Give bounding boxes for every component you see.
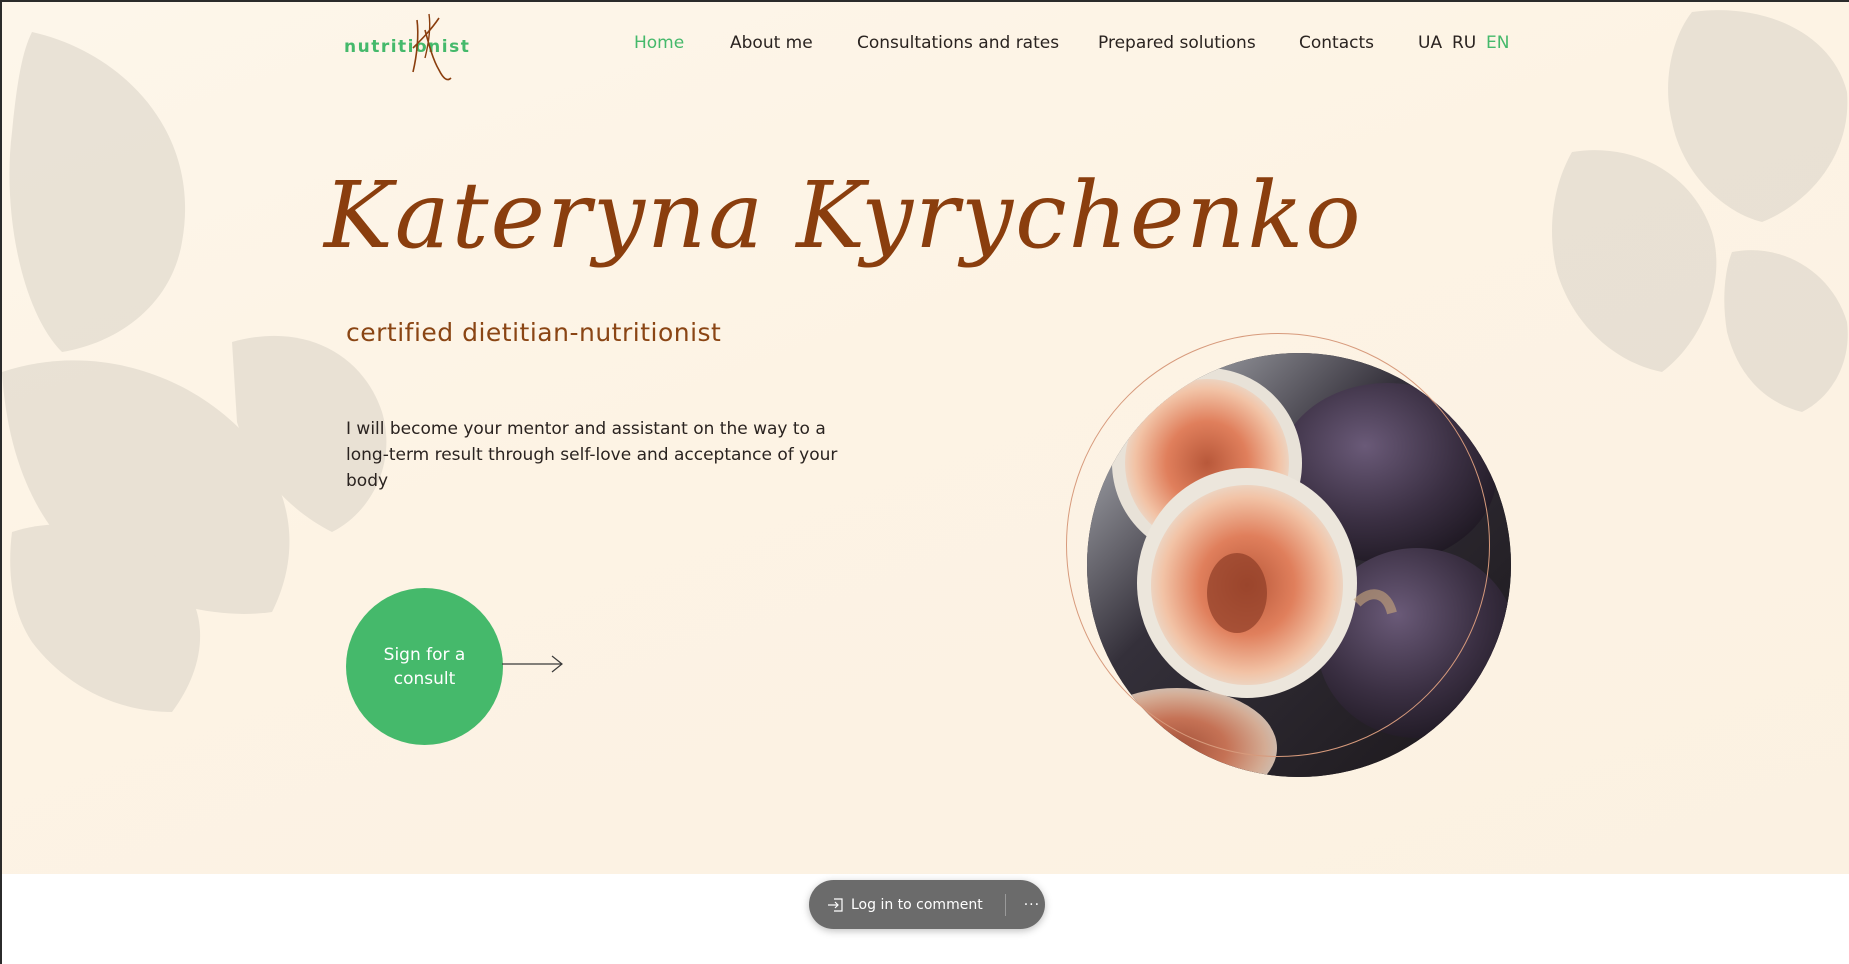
- hero-name-text: Kateryna Kyrychenko: [324, 162, 1363, 269]
- hero-description: I will become your mentor and assistant …: [346, 419, 838, 491]
- nav-item-about-me[interactable]: About me: [730, 33, 813, 53]
- nav-item-home[interactable]: Home: [634, 33, 684, 53]
- language-ru[interactable]: RU: [1452, 33, 1476, 53]
- comment-bar: Log in to comment ···: [809, 880, 1045, 929]
- log-in-to-comment-label: Log in to comment: [851, 896, 983, 913]
- nav-item-prepared-solutions[interactable]: Prepared solutions: [1098, 33, 1256, 53]
- window-left-border: [0, 0, 2, 964]
- language-ua[interactable]: UA: [1418, 33, 1442, 53]
- comment-bar-divider: [1004, 893, 1006, 916]
- photo-ring-decoration: [1066, 333, 1490, 757]
- page: nutritionist Home About me Consultations…: [0, 0, 1849, 964]
- logo-monogram-icon: [412, 13, 452, 81]
- window-top-border: [0, 0, 1849, 2]
- more-options-button[interactable]: ···: [1024, 897, 1040, 913]
- arrow-right-icon: [502, 655, 563, 673]
- language-en[interactable]: EN: [1486, 33, 1509, 53]
- log-in-to-comment-button[interactable]: Log in to comment: [827, 896, 983, 914]
- sign-for-consult-label: Sign for a consult: [383, 644, 466, 689]
- logo[interactable]: nutritionist: [344, 10, 469, 90]
- login-icon: [828, 897, 843, 912]
- hero-name: Kateryna Kyrychenko: [324, 162, 1361, 322]
- sign-for-consult-button[interactable]: Sign for a consult: [346, 588, 503, 745]
- leaf-decoration-right: [1552, 10, 1848, 412]
- hero-section: nutritionist Home About me Consultations…: [2, 2, 1849, 874]
- hero-subtitle: certified dietitian-nutritionist: [346, 318, 722, 347]
- nav-item-consultations-and-rates[interactable]: Consultations and rates: [857, 33, 1059, 53]
- nav-item-contacts[interactable]: Contacts: [1299, 33, 1374, 53]
